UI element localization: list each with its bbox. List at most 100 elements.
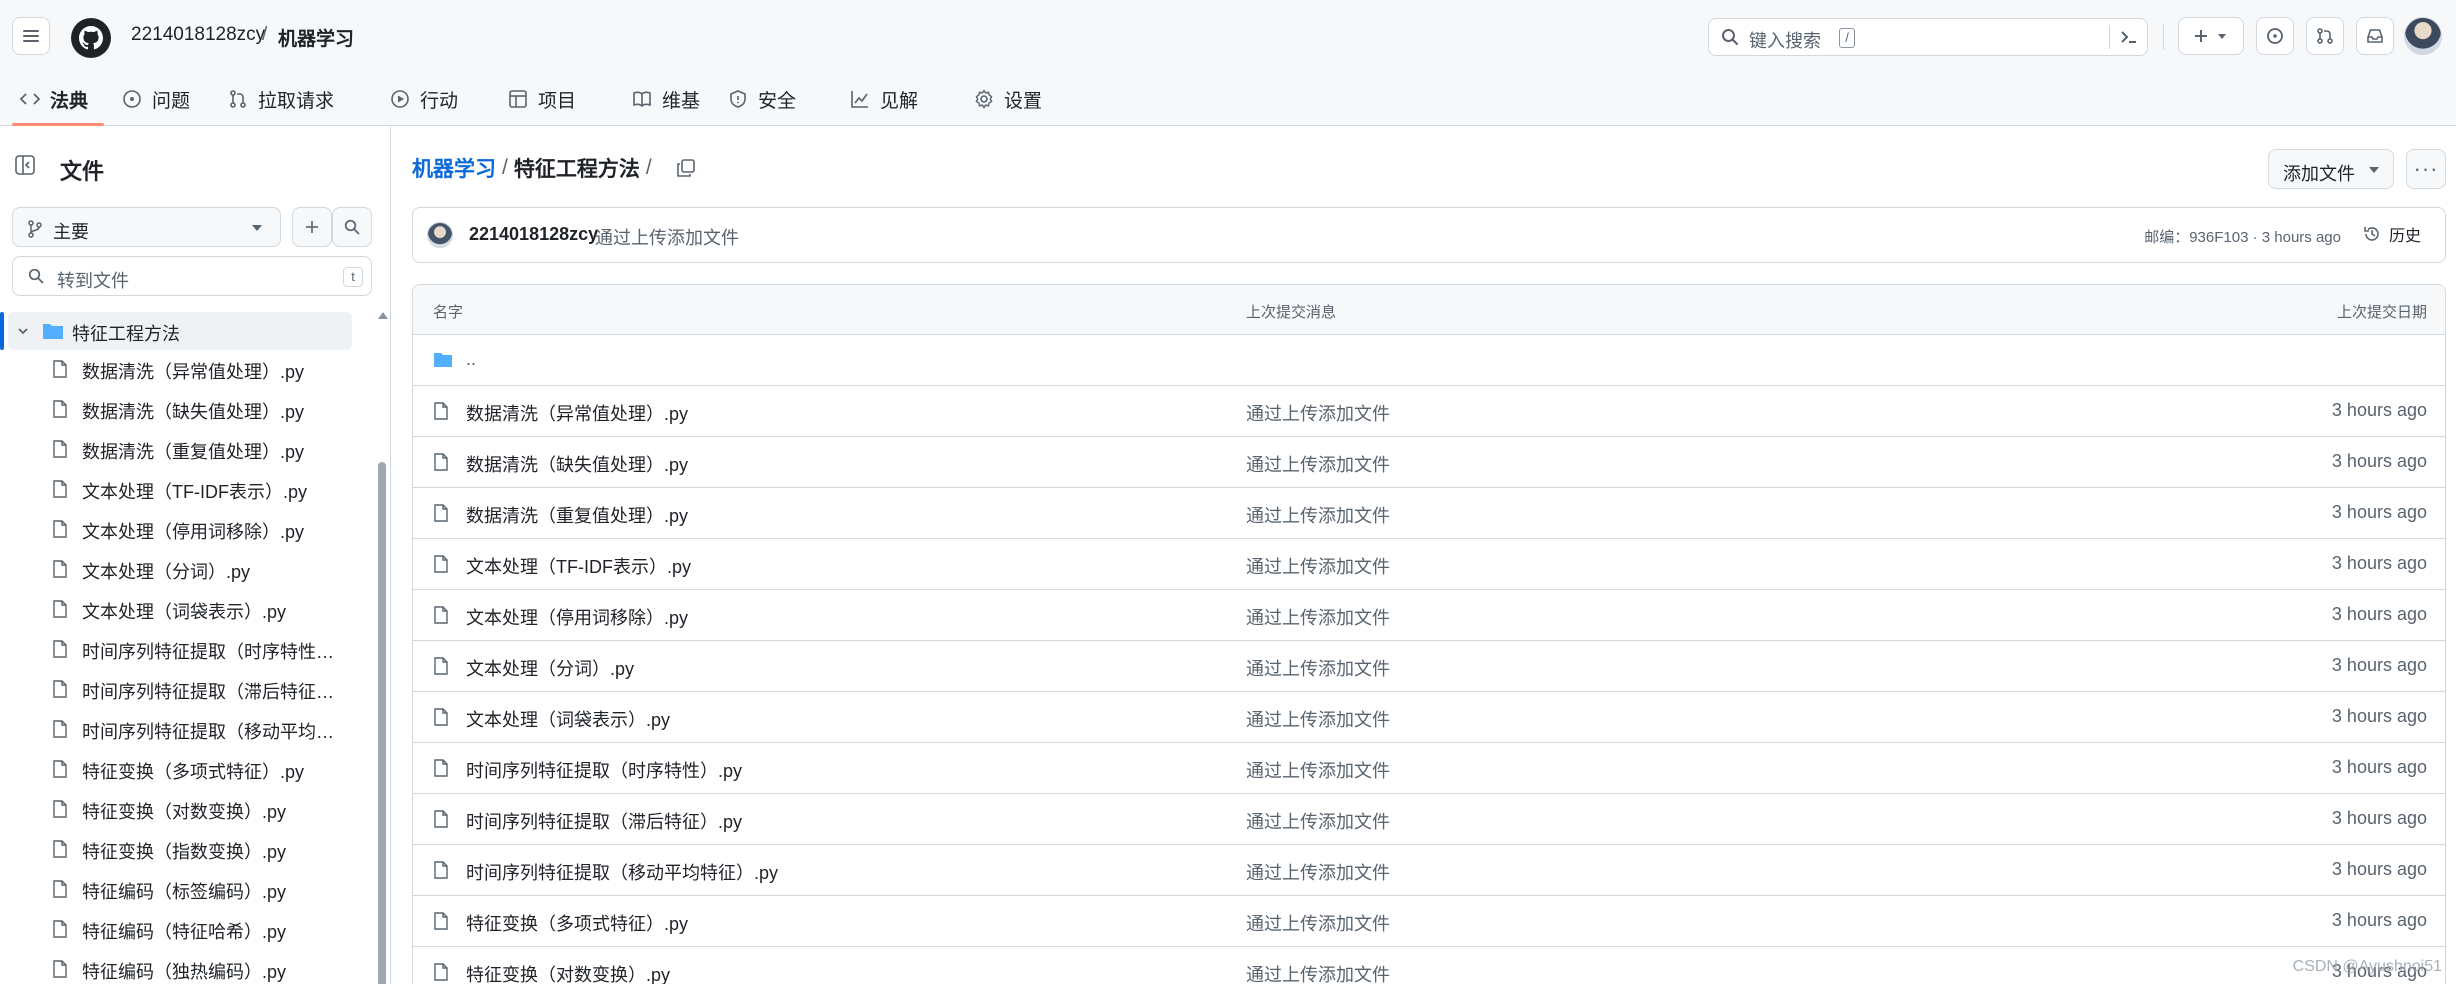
table-row[interactable]: 文本处理（停用词移除）.py 通过上传添加文件 3 hours ago — [413, 590, 2445, 641]
branch-name: 主要 — [53, 222, 89, 242]
tree-file-item[interactable]: 特征变换（指数变换）.py — [52, 830, 352, 868]
commit-author[interactable]: 2214018128zcy — [469, 224, 598, 245]
commit-date: 3 hours ago — [2331, 502, 2427, 522]
table-row[interactable]: 文本处理（词袋表示）.py 通过上传添加文件 3 hours ago — [413, 692, 2445, 743]
file-name-link[interactable]: 文本处理（词袋表示）.py — [466, 706, 670, 732]
chevron-down-icon[interactable] — [16, 324, 30, 338]
issues-button[interactable] — [2256, 17, 2294, 55]
more-options-button[interactable]: ··· — [2406, 149, 2446, 189]
commit-message-link[interactable]: 通过上传添加文件 — [1246, 961, 1390, 984]
file-icon-wrap — [433, 555, 449, 578]
scrollbar-thumb[interactable] — [378, 462, 386, 984]
file-name-link[interactable]: 特征变换（对数变换）.py — [466, 961, 670, 984]
latest-commit-bar: 2214018128zcy 通过上传添加文件 邮编：936F103 · 3 ho… — [412, 207, 2446, 263]
commit-message-link[interactable]: 通过上传添加文件 — [1246, 553, 1390, 579]
commit-message[interactable]: 通过上传添加文件 — [595, 224, 739, 250]
tree-file-item[interactable]: 时间序列特征提取（滞后特征）.py — [52, 670, 352, 708]
breadcrumb-repo-link[interactable]: 机器学习 — [278, 24, 354, 51]
tab-security[interactable]: 安全 — [728, 72, 796, 126]
tree-file-item[interactable]: 特征编码（特征哈希）.py — [52, 910, 352, 948]
tree-file-item[interactable]: 特征编码（标签编码）.py — [52, 870, 352, 908]
tab-code[interactable]: 法典 — [20, 72, 88, 126]
table-row[interactable]: 数据清洗（异常值处理）.py 通过上传添加文件 3 hours ago — [413, 386, 2445, 437]
tab-actions[interactable]: 行动 — [390, 72, 458, 126]
file-name-link[interactable]: 文本处理（停用词移除）.py — [466, 604, 688, 630]
parent-directory-link[interactable]: .. — [466, 349, 476, 370]
tab-wiki[interactable]: 维基 — [632, 72, 700, 126]
file-name-link[interactable]: 数据清洗（异常值处理）.py — [466, 400, 688, 426]
history-link[interactable]: 历史 — [2363, 222, 2421, 246]
create-new-button[interactable] — [2178, 17, 2244, 55]
tab-insights[interactable]: 见解 — [850, 72, 918, 126]
tab-settings[interactable]: 设置 — [974, 72, 1042, 126]
tab-issues[interactable]: 问题 — [122, 72, 190, 126]
commit-message-link[interactable]: 通过上传添加文件 — [1246, 910, 1390, 936]
commit-meta[interactable]: 邮编：936F103 · 3 hours ago — [2144, 226, 2341, 247]
path-root-link[interactable]: 机器学习 — [412, 153, 496, 183]
tree-file-item[interactable]: 时间序列特征提取（移动平均特征）.py — [52, 710, 352, 748]
user-avatar[interactable] — [2404, 17, 2442, 55]
commit-message-link[interactable]: 通过上传添加文件 — [1246, 706, 1390, 732]
add-file-button[interactable] — [292, 207, 332, 247]
tree-file-item[interactable]: 数据清洗（缺失值处理）.py — [52, 390, 352, 428]
tree-file-item[interactable]: 特征变换（多项式特征）.py — [52, 750, 352, 788]
global-search-input[interactable]: 键入搜索 / — [1708, 18, 2148, 56]
tree-file-item[interactable]: 文本处理（停用词移除）.py — [52, 510, 352, 548]
table-row[interactable]: 文本处理（TF-IDF表示）.py 通过上传添加文件 3 hours ago — [413, 539, 2445, 590]
file-name-link[interactable]: 文本处理（分词）.py — [466, 655, 634, 681]
file-name-link[interactable]: 特征变换（多项式特征）.py — [466, 910, 688, 936]
inbox-button[interactable] — [2356, 17, 2394, 55]
tree-file-item[interactable]: 特征编码（独热编码）.py — [52, 950, 352, 984]
branch-selector-button[interactable]: 主要 — [12, 207, 281, 247]
tree-file-item[interactable]: 数据清洗（重复值处理）.py — [52, 430, 352, 468]
table-row[interactable]: 时间序列特征提取（时序特性）.py 通过上传添加文件 3 hours ago — [413, 743, 2445, 794]
commit-message-link[interactable]: 通过上传添加文件 — [1246, 400, 1390, 426]
go-to-file-input[interactable]: 转到文件 t — [12, 256, 372, 296]
table-row[interactable]: 数据清洗（缺失值处理）.py 通过上传添加文件 3 hours ago — [413, 437, 2445, 488]
copy-path-icon[interactable] — [676, 158, 696, 178]
tree-file-item[interactable]: 特征变换（对数变换）.py — [52, 790, 352, 828]
commit-message-link[interactable]: 通过上传添加文件 — [1246, 604, 1390, 630]
collapse-sidebar-icon[interactable] — [14, 154, 36, 176]
file-icon-wrap — [52, 680, 68, 703]
command-palette-icon[interactable] — [2119, 27, 2139, 47]
search-files-button[interactable] — [332, 207, 372, 247]
table-row[interactable]: 特征变换（对数变换）.py 通过上传添加文件 3 hours ago — [413, 947, 2445, 984]
commit-author-avatar[interactable] — [427, 222, 453, 248]
tree-file-item[interactable]: 文本处理（词袋表示）.py — [52, 590, 352, 628]
file-name-link[interactable]: 时间序列特征提取（滞后特征）.py — [466, 808, 742, 834]
tree-file-item[interactable]: 数据清洗（异常值处理）.py — [52, 350, 352, 388]
tab-projects[interactable]: 项目 — [508, 72, 576, 126]
file-name-link[interactable]: 时间序列特征提取（移动平均特征）.py — [466, 859, 778, 885]
commit-message-link[interactable]: 通过上传添加文件 — [1246, 859, 1390, 885]
selected-indicator — [0, 312, 4, 350]
table-row[interactable]: 特征变换（多项式特征）.py 通过上传添加文件 3 hours ago — [413, 896, 2445, 947]
add-file-dropdown-button[interactable]: 添加文件 — [2268, 149, 2394, 189]
scroll-up-arrow-icon[interactable] — [378, 312, 388, 319]
tree-file-item[interactable]: 文本处理（分词）.py — [52, 550, 352, 588]
table-row[interactable]: 时间序列特征提取（移动平均特征）.py 通过上传添加文件 3 hours ago — [413, 845, 2445, 896]
file-name-link[interactable]: 数据清洗（重复值处理）.py — [466, 502, 688, 528]
chevron-down-icon — [2369, 167, 2379, 173]
commit-message-link[interactable]: 通过上传添加文件 — [1246, 502, 1390, 528]
table-row[interactable]: 数据清洗（重复值处理）.py 通过上传添加文件 3 hours ago — [413, 488, 2445, 539]
commit-message-link[interactable]: 通过上传添加文件 — [1246, 757, 1390, 783]
breadcrumb-owner-link[interactable]: 2214018128zcy — [131, 24, 265, 46]
tree-file-item[interactable]: 时间序列特征提取（时序特性）.py — [52, 630, 352, 668]
commit-message-link[interactable]: 通过上传添加文件 — [1246, 808, 1390, 834]
parent-directory-row[interactable]: .. — [413, 335, 2445, 386]
file-name-link[interactable]: 文本处理（TF-IDF表示）.py — [466, 553, 691, 579]
file-name-link[interactable]: 数据清洗（缺失值处理）.py — [466, 451, 688, 477]
tree-folder-item[interactable]: 特征工程方法 — [0, 312, 352, 350]
table-row[interactable]: 时间序列特征提取（滞后特征）.py 通过上传添加文件 3 hours ago — [413, 794, 2445, 845]
table-row[interactable]: 文本处理（分词）.py 通过上传添加文件 3 hours ago — [413, 641, 2445, 692]
tab-pull-requests[interactable]: 拉取请求 — [228, 72, 334, 126]
tree-file-item[interactable]: 文本处理（TF-IDF表示）.py — [52, 470, 352, 508]
pull-requests-button[interactable] — [2306, 17, 2344, 55]
commit-message-link[interactable]: 通过上传添加文件 — [1246, 451, 1390, 477]
sidebar-scrollbar[interactable] — [377, 312, 388, 984]
github-logo-icon[interactable] — [71, 18, 111, 58]
menu-button[interactable] — [12, 17, 50, 55]
commit-message-link[interactable]: 通过上传添加文件 — [1246, 655, 1390, 681]
file-name-link[interactable]: 时间序列特征提取（时序特性）.py — [466, 757, 742, 783]
